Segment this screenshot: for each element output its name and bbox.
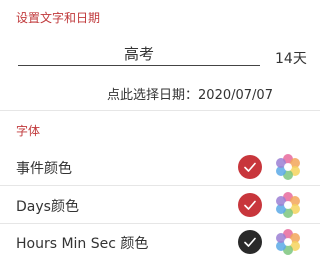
color-palette-icon[interactable]: [274, 153, 302, 181]
event-name-input[interactable]: [18, 42, 260, 66]
section-title-font: 字体: [16, 124, 41, 138]
date-picker-label: 点此选择日期：2020/07/07: [107, 88, 273, 103]
divider: [0, 110, 320, 111]
hms-color-label: Hours Min Sec 颜色: [16, 236, 149, 252]
hms-color-row[interactable]: Hours Min Sec 颜色: [0, 223, 320, 261]
color-palette-icon[interactable]: [274, 191, 302, 219]
days-color-label: Days颜色: [16, 199, 79, 215]
section-title-text-date: 设置文字和日期: [16, 11, 101, 25]
hms-color-swatch[interactable]: [238, 230, 262, 254]
event-color-swatch[interactable]: [238, 155, 262, 179]
days-count-label: 14天: [275, 51, 307, 67]
event-color-row[interactable]: 事件颜色: [0, 148, 320, 186]
days-color-row[interactable]: Days颜色: [0, 186, 320, 224]
swatch-circle: [238, 230, 262, 254]
date-picker-link[interactable]: 点此选择日期：2020/07/07: [0, 84, 320, 103]
event-color-label: 事件颜色: [16, 161, 72, 177]
swatch-circle: [238, 155, 262, 179]
color-palette-icon[interactable]: [274, 228, 302, 256]
swatch-circle: [238, 193, 262, 217]
days-color-swatch[interactable]: [238, 193, 262, 217]
